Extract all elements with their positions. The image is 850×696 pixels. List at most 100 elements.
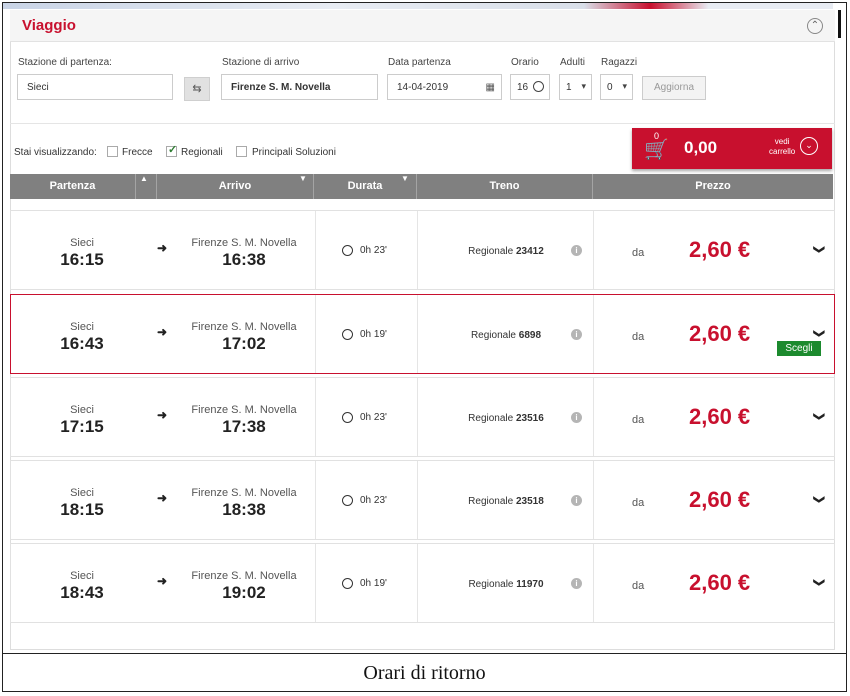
cart-button[interactable]: 🛒 0 0,00 vedi carrello ⌄ <box>632 128 832 169</box>
train-type: Regionale <box>468 413 514 424</box>
train-info: Regionale 23516 <box>427 413 585 424</box>
chevron-up-icon[interactable]: ⌃ <box>807 18 823 34</box>
duration-value: 0h 23' <box>360 495 387 506</box>
swap-stations-button[interactable]: ⇆ <box>184 77 210 101</box>
chevron-down-icon[interactable]: ❯ <box>813 495 826 504</box>
filter-principali-label[interactable]: Principali Soluzioni <box>252 147 336 158</box>
date-label: Data partenza <box>388 57 451 68</box>
train-info: Regionale 23518 <box>427 496 585 507</box>
adults-value: 1 <box>566 82 572 93</box>
price-value: 2,60 € <box>689 487 751 512</box>
cell-divider <box>315 461 316 539</box>
price-value: 2,60 € <box>689 237 751 262</box>
column-header-departure[interactable]: Partenza <box>10 174 136 199</box>
solution-row[interactable]: Sieci 18:15 ➜ Firenze S. M. Novella 18:38 0h … <box>10 460 835 540</box>
choose-button[interactable]: Scegli <box>777 341 821 356</box>
adults-select[interactable]: 1 ▾ <box>559 74 592 100</box>
cell-divider <box>593 461 594 539</box>
info-icon[interactable]: i <box>571 578 582 589</box>
filter-frecce-checkbox[interactable] <box>107 146 118 157</box>
sort-desc-icon[interactable]: ▼ <box>299 174 307 183</box>
info-icon[interactable]: i <box>571 329 582 340</box>
arrow-right-icon: ➜ <box>157 491 168 505</box>
cell-divider <box>315 544 316 622</box>
view-cart-line1: vedi <box>774 137 790 146</box>
sort-desc-icon[interactable]: ▼ <box>401 174 409 183</box>
filter-frecce-label[interactable]: Frecce <box>122 147 153 158</box>
column-departure-label: Partenza <box>49 180 96 192</box>
solution-row[interactable]: Sieci 18:43 ➜ Firenze S. M. Novella 19:02 0h … <box>10 543 835 623</box>
train-number: 23412 <box>516 246 544 257</box>
view-cart-link[interactable]: vedi carrello <box>769 137 795 157</box>
chevron-down-icon[interactable]: ❯ <box>813 329 826 338</box>
cell-divider <box>315 211 316 289</box>
figure-caption: Orari di ritorno <box>363 662 486 684</box>
solution-row[interactable]: Sieci 17:15 ➜ Firenze S. M. Novella 17:38 0h … <box>10 377 835 457</box>
filter-regionali-label[interactable]: Regionali <box>181 147 223 158</box>
train-info: Regionale 6898 <box>427 330 585 341</box>
chevron-down-circle-icon[interactable]: ⌄ <box>800 137 818 155</box>
time-field[interactable]: 16 <box>510 74 550 100</box>
arrival-time: 17:02 <box>222 334 266 353</box>
chevron-down-icon[interactable]: ❯ <box>813 578 826 587</box>
departure-time: 16:15 <box>60 250 104 269</box>
date-field[interactable]: 14-04-2019 ▦ <box>387 74 502 100</box>
cell-divider <box>417 211 418 289</box>
solution-row[interactable]: Sieci 16:15 ➜ Firenze S. M. Novella 16:38 0h … <box>10 210 835 290</box>
panel-title: Viaggio <box>22 17 76 34</box>
caret-down-icon: ▾ <box>622 81 627 91</box>
chevron-down-icon[interactable]: ❯ <box>813 245 826 254</box>
panel-header[interactable]: Viaggio ⌃ <box>10 10 835 42</box>
arrow-right-icon: ➜ <box>157 241 168 255</box>
duration-value: 0h 19' <box>360 578 387 589</box>
column-header-arrival[interactable]: Arrivo <box>156 174 314 199</box>
arrival-time: 17:38 <box>222 417 266 436</box>
price-prefix: da <box>632 247 645 259</box>
departure-station: Sieci <box>70 487 94 499</box>
train-number: 23518 <box>516 496 544 507</box>
update-button[interactable]: Aggiorna <box>642 76 706 100</box>
info-icon[interactable]: i <box>571 245 582 256</box>
arrival-station-field[interactable]: Firenze S. M. Novella <box>221 74 378 100</box>
column-train-label: Treno <box>489 180 520 192</box>
arrival-station: Firenze S. M. Novella <box>191 404 297 416</box>
info-icon[interactable]: i <box>571 495 582 506</box>
cell-divider <box>315 295 316 373</box>
cell-divider <box>315 378 316 456</box>
departure-station: Sieci <box>70 321 94 333</box>
calendar-icon: ▦ <box>485 82 495 93</box>
arrival-station: Firenze S. M. Novella <box>191 487 297 499</box>
swap-arrows-icon: ⇆ <box>192 83 202 95</box>
sort-asc-icon[interactable]: ▲ <box>140 174 148 183</box>
duration-value: 0h 23' <box>360 412 387 423</box>
price-prefix: da <box>632 331 645 343</box>
figure-caption-box: Orari di ritorno <box>2 653 847 692</box>
chevron-down-icon[interactable]: ❯ <box>813 412 826 421</box>
filter-regionali-checkbox[interactable]: ✓ <box>166 144 177 157</box>
filter-label: Stai visualizzando: <box>14 147 97 158</box>
arrival-time: 19:02 <box>222 583 266 602</box>
departure-time: 16:43 <box>60 334 104 353</box>
train-number: 11970 <box>516 579 544 590</box>
kids-select[interactable]: 0 ▾ <box>600 74 633 100</box>
results-table-header: Partenza ▲ Arrivo ▼ Durata ▼ Treno Prezz… <box>10 174 833 199</box>
departure-label: Stazione di partenza: <box>18 57 112 68</box>
price-value: 2,60 € <box>689 321 751 346</box>
cell-divider <box>417 461 418 539</box>
departure-station-value: Sieci <box>27 82 49 93</box>
cell-divider <box>593 378 594 456</box>
filter-principali-checkbox[interactable] <box>236 146 247 157</box>
price-prefix: da <box>632 580 645 592</box>
solution-row[interactable]: Sieci 16:43 ➜ Firenze S. M. Novella 17:02 0h … <box>10 294 835 374</box>
cell-divider <box>417 378 418 456</box>
info-icon[interactable]: i <box>571 412 582 423</box>
arrival-station: Firenze S. M. Novella <box>191 237 297 249</box>
departure-station: Sieci <box>70 237 94 249</box>
train-type: Regionale <box>468 246 514 257</box>
departure-station-field[interactable]: Sieci <box>17 74 173 100</box>
arrival-station: Firenze S. M. Novella <box>191 321 297 333</box>
arrival-station: Firenze S. M. Novella <box>191 570 297 582</box>
clock-icon <box>342 412 353 423</box>
arrival-time: 18:38 <box>222 500 266 519</box>
cell-divider <box>593 211 594 289</box>
